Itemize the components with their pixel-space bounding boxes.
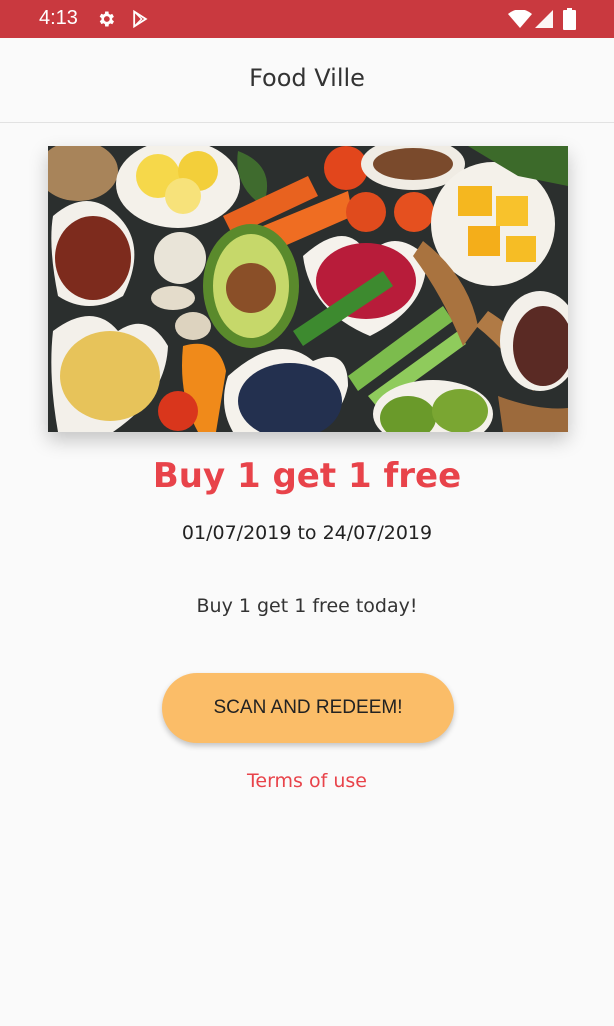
promo-dates: 01/07/2019 to 24/07/2019 bbox=[181, 522, 433, 544]
status-time: 4:13 bbox=[39, 7, 78, 29]
promo-image bbox=[48, 146, 568, 432]
play-store-icon bbox=[133, 9, 148, 29]
promo-description: Buy 1 get 1 free today! bbox=[196, 595, 418, 617]
status-bar: 4:13 bbox=[0, 0, 614, 38]
promo-title: Buy 1 get 1 free bbox=[152, 456, 462, 496]
signal-icon bbox=[535, 10, 553, 28]
battery-icon bbox=[563, 8, 576, 30]
gear-icon bbox=[99, 11, 114, 27]
terms-of-use-link[interactable]: Terms of use bbox=[0, 770, 614, 792]
app-bar: Food Ville bbox=[0, 38, 614, 123]
scan-and-redeem-button[interactable]: SCAN AND REDEEM! bbox=[162, 673, 454, 743]
app-title: Food Ville bbox=[249, 64, 365, 92]
wifi-icon bbox=[508, 10, 532, 28]
